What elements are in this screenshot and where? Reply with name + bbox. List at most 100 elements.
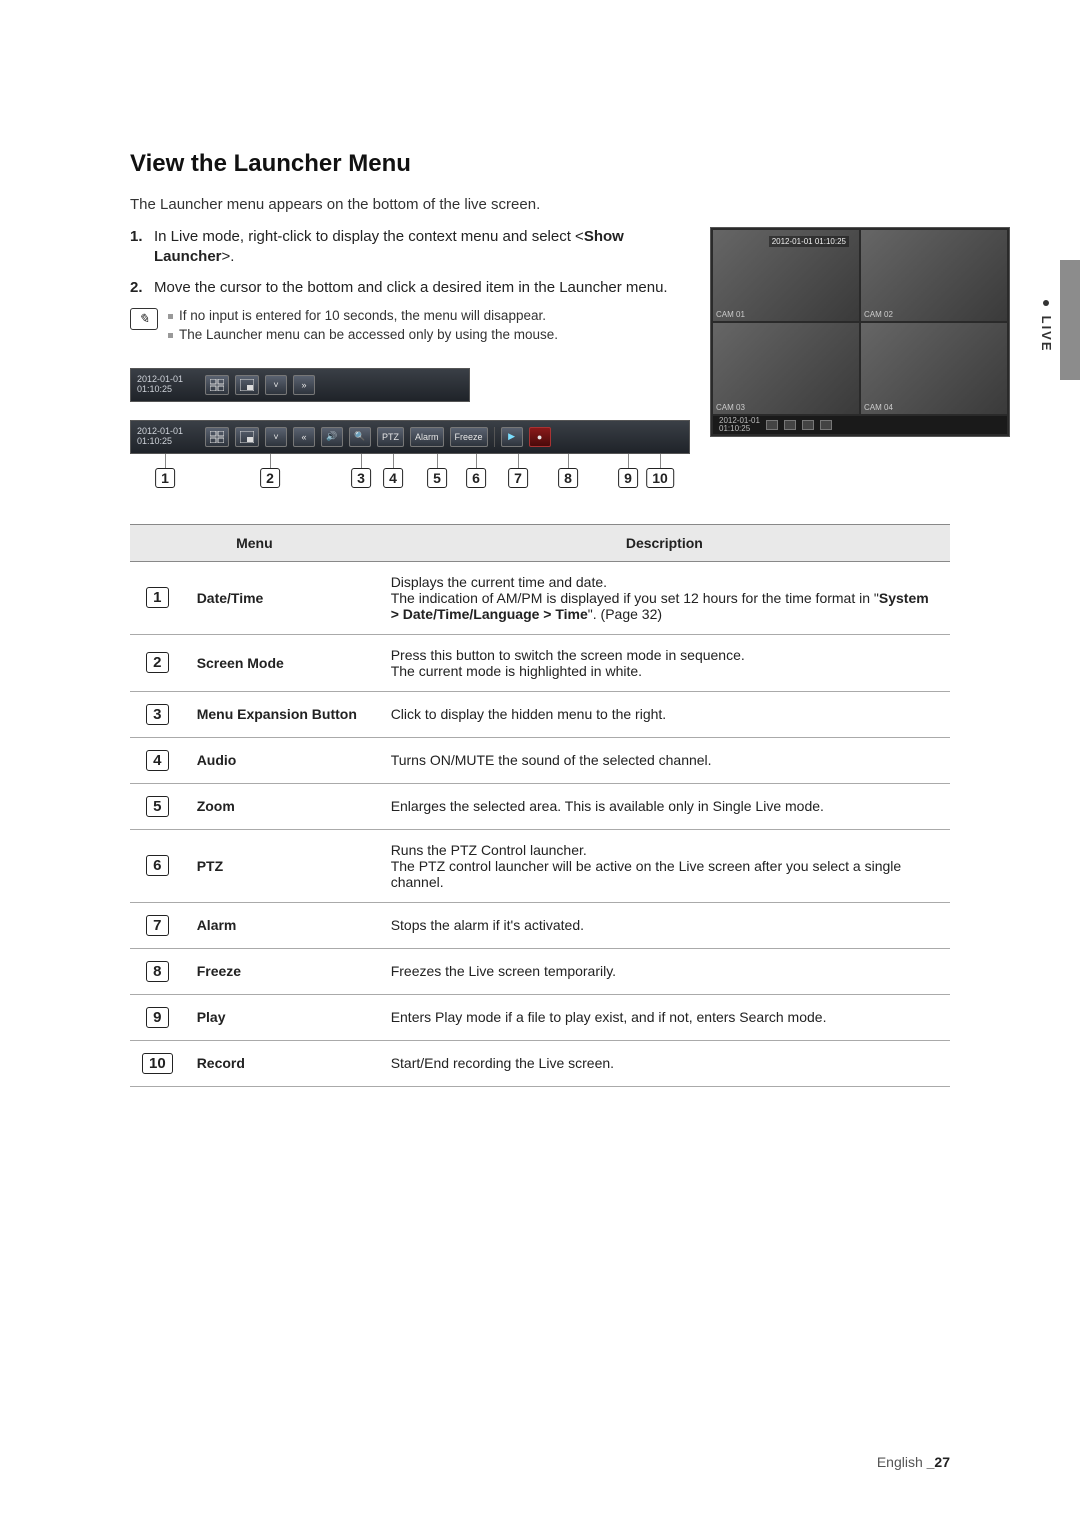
grid4-icon xyxy=(210,379,224,391)
row-number-badge: 8 xyxy=(146,961,168,982)
table-row: 7 Alarm Stops the alarm if it's activate… xyxy=(130,902,950,948)
page-footer: English _27 xyxy=(877,1454,950,1470)
screenmode-grid-button[interactable] xyxy=(205,375,229,395)
mini-button-icon xyxy=(802,420,814,430)
zoom-button[interactable]: 🔍 xyxy=(349,427,371,447)
mini-button-icon xyxy=(820,420,832,430)
step-number: 1. xyxy=(130,227,148,268)
cam-label: CAM 03 xyxy=(716,403,745,412)
row-description: Freezes the Live screen temporarily. xyxy=(379,948,950,994)
note-text: The Launcher menu can be accessed only b… xyxy=(179,327,558,342)
callout-tick xyxy=(568,454,569,468)
row-number-badge: 9 xyxy=(146,1007,168,1028)
callout-tick xyxy=(393,454,394,468)
audio-button[interactable]: 🔊 xyxy=(321,427,343,447)
table-row: 2 Screen Mode Press this button to switc… xyxy=(130,634,950,691)
callout-9: 9 xyxy=(618,468,638,488)
note-item: The Launcher menu can be accessed only b… xyxy=(168,327,690,342)
screenmode-dropdown-button[interactable]: ˅ xyxy=(265,375,287,395)
mini-button-icon xyxy=(766,420,778,430)
callout-tick xyxy=(476,454,477,468)
square-bullet-icon xyxy=(168,333,173,338)
screenmode-pip-button[interactable] xyxy=(235,427,259,447)
menu-collapse-button[interactable]: « xyxy=(293,427,315,447)
launcher-time: 01:10:25 xyxy=(137,385,199,395)
mini-button-icon xyxy=(784,420,796,430)
table-row: 3 Menu Expansion Button Click to display… xyxy=(130,691,950,737)
step-body: In Live mode, right-click to display the… xyxy=(154,227,690,268)
step-text: In Live mode, right-click to display the… xyxy=(154,228,584,245)
play-button[interactable]: ▶ xyxy=(501,427,523,447)
cam-label: CAM 01 xyxy=(716,310,745,319)
freeze-button[interactable]: Freeze xyxy=(450,427,488,447)
step-number: 2. xyxy=(130,278,148,298)
callout-tick xyxy=(270,454,271,468)
row-description: Press this button to switch the screen m… xyxy=(379,634,950,691)
live-preview: 2012-01-01 01:10:25 CAM 01 CAM 02 CAM 03… xyxy=(710,227,1010,437)
launcher-datetime: 2012-01-01 01:10:25 xyxy=(137,427,199,447)
callout-tick xyxy=(660,454,661,468)
table-row: 1 Date/Time Displays the current time an… xyxy=(130,561,950,634)
grid4-icon xyxy=(210,431,224,443)
separator xyxy=(494,427,495,447)
table-row: 6 PTZ Runs the PTZ Control launcher. The… xyxy=(130,829,950,902)
row-number-badge: 1 xyxy=(146,587,168,608)
row-description: Stops the alarm if it's activated. xyxy=(379,902,950,948)
row-number-badge: 4 xyxy=(146,750,168,771)
side-section-label: LIVE xyxy=(1039,300,1054,353)
desc-line: Runs the PTZ Control launcher. xyxy=(391,842,938,858)
note-icon: ✎ xyxy=(130,308,158,330)
screenmode-dropdown-button[interactable]: ˅ xyxy=(265,427,287,447)
callout-tick xyxy=(518,454,519,468)
callout-1: 1 xyxy=(155,468,175,488)
desc-line: The current mode is highlighted in white… xyxy=(391,663,938,679)
desc-text: The indication of AM/PM is displayed if … xyxy=(391,590,879,606)
row-description: Click to display the hidden menu to the … xyxy=(379,691,950,737)
side-tab xyxy=(1060,260,1080,380)
record-button[interactable]: ● xyxy=(529,427,551,447)
desc-text: ". (Page 32) xyxy=(588,606,662,622)
callout-8: 8 xyxy=(558,468,578,488)
desc-line: The indication of AM/PM is displayed if … xyxy=(391,590,938,622)
table-header-description: Description xyxy=(379,524,950,561)
row-number-badge: 10 xyxy=(142,1053,173,1074)
menu-expand-button[interactable]: » xyxy=(293,375,315,395)
row-description: Enters Play mode if a file to play exist… xyxy=(379,994,950,1040)
cam-label: CAM 04 xyxy=(864,403,893,412)
row-name: Record xyxy=(185,1040,379,1086)
callout-4: 4 xyxy=(383,468,403,488)
cam-cell-1: 2012-01-01 01:10:25 CAM 01 xyxy=(713,230,859,321)
screenmode-pip-button[interactable] xyxy=(235,375,259,395)
table-row: 9 Play Enters Play mode if a file to pla… xyxy=(130,994,950,1040)
side-label-text: LIVE xyxy=(1039,316,1054,353)
alarm-button[interactable]: Alarm xyxy=(410,427,444,447)
pip-icon xyxy=(240,379,254,391)
callout-tick xyxy=(437,454,438,468)
row-name: Audio xyxy=(185,737,379,783)
step-1: 1. In Live mode, right-click to display … xyxy=(130,227,690,268)
note-text: If no input is entered for 10 seconds, t… xyxy=(179,308,546,323)
row-name: Zoom xyxy=(185,783,379,829)
launcher-datetime: 2012-01-01 01:10:25 xyxy=(137,375,199,395)
note-block: ✎ If no input is entered for 10 seconds,… xyxy=(130,308,690,346)
cam-cell-3: CAM 03 xyxy=(713,323,859,414)
preview-bar-datetime: 2012-01-01 01:10:25 xyxy=(719,417,760,433)
launcher-description-table: Menu Description 1 Date/Time Displays th… xyxy=(130,524,950,1087)
callout-tick xyxy=(361,454,362,468)
row-description: Start/End recording the Live screen. xyxy=(379,1040,950,1086)
ptz-button[interactable]: PTZ xyxy=(377,427,404,447)
callout-row: 1 2 3 4 5 6 7 8 9 10 xyxy=(130,454,690,494)
cam-label: CAM 02 xyxy=(864,310,893,319)
row-description: Enlarges the selected area. This is avai… xyxy=(379,783,950,829)
screenmode-grid-button[interactable] xyxy=(205,427,229,447)
callout-5: 5 xyxy=(427,468,447,488)
row-number-badge: 6 xyxy=(146,855,168,876)
launcher-collapsed: 2012-01-01 01:10:25 ˅ » xyxy=(130,368,470,402)
desc-line: The PTZ control launcher will be active … xyxy=(391,858,938,890)
callout-2: 2 xyxy=(260,468,280,488)
preview-timestamp: 2012-01-01 01:10:25 xyxy=(769,236,849,247)
row-description: Displays the current time and date. The … xyxy=(379,561,950,634)
callout-tick xyxy=(628,454,629,468)
row-name: Screen Mode xyxy=(185,634,379,691)
row-number-badge: 2 xyxy=(146,652,168,673)
